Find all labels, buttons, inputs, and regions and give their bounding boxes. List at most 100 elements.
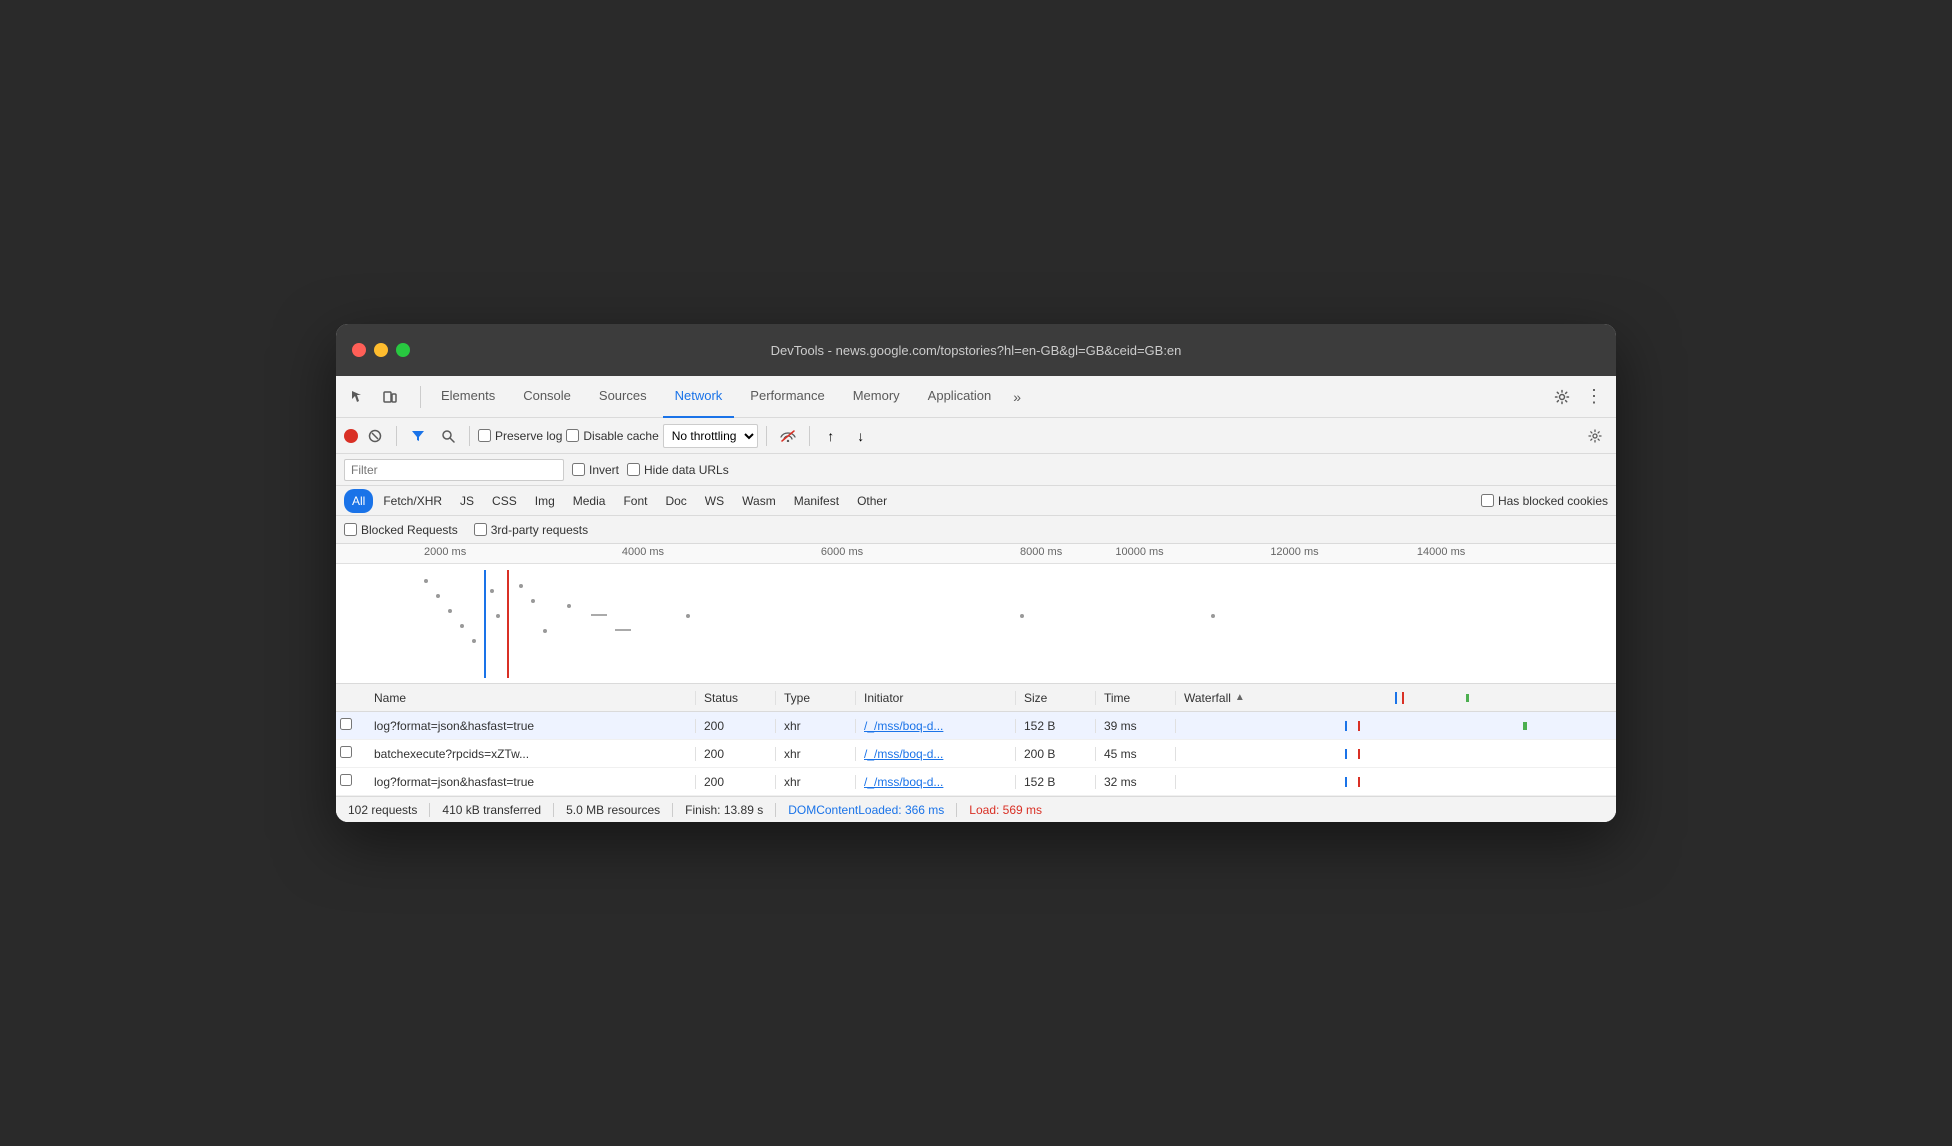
row2-initiator[interactable]: /_/mss/boq-d...: [856, 747, 1016, 761]
row3-initiator[interactable]: /_/mss/boq-d...: [856, 775, 1016, 789]
record-button[interactable]: [344, 429, 358, 443]
settings-icon[interactable]: [1548, 383, 1576, 411]
row3-name[interactable]: log?format=json&hasfast=true: [366, 775, 696, 789]
clear-button[interactable]: [362, 423, 388, 449]
dot-9: [531, 599, 535, 603]
disable-cache-checkbox[interactable]: Disable cache: [566, 429, 658, 443]
col-header-waterfall[interactable]: Waterfall ▲: [1176, 688, 1616, 708]
network-conditions-icon[interactable]: [775, 423, 801, 449]
minimize-button[interactable]: [374, 343, 388, 357]
settings-gear-icon[interactable]: [1582, 423, 1608, 449]
table-row[interactable]: log?format=json&hasfast=true 200 xhr /_/…: [336, 712, 1616, 740]
toolbar-divider-4: [809, 426, 810, 446]
dot-remote-1: [686, 614, 690, 618]
type-btn-other[interactable]: Other: [849, 489, 895, 513]
nav-icons: [344, 383, 404, 411]
throttle-select[interactable]: No throttling Fast 3G Slow 3G Offline: [663, 424, 758, 448]
type-btn-manifest[interactable]: Manifest: [786, 489, 847, 513]
filter-row: Invert Hide data URLs: [336, 454, 1616, 486]
dot-1: [424, 579, 428, 583]
type-btn-ws[interactable]: WS: [697, 489, 732, 513]
finish-time: Finish: 13.89 s: [673, 803, 776, 817]
dot-6: [490, 589, 494, 593]
third-party-checkbox[interactable]: 3rd-party requests: [474, 523, 588, 537]
tab-memory[interactable]: Memory: [841, 376, 912, 418]
row1-initiator[interactable]: /_/mss/boq-d...: [856, 719, 1016, 733]
tab-console[interactable]: Console: [511, 376, 583, 418]
table-row[interactable]: log?format=json&hasfast=true 200 xhr /_/…: [336, 768, 1616, 796]
tab-elements[interactable]: Elements: [429, 376, 507, 418]
hide-data-urls-checkbox[interactable]: Hide data URLs: [627, 463, 729, 477]
more-options-icon[interactable]: ⋮: [1580, 383, 1608, 411]
load-time: Load: 569 ms: [957, 803, 1054, 817]
upload-icon[interactable]: ↑: [818, 423, 844, 449]
type-btn-doc[interactable]: Doc: [657, 489, 694, 513]
invert-checkbox[interactable]: Invert: [572, 463, 619, 477]
dash-2: [615, 629, 631, 631]
table-row[interactable]: batchexecute?rpcids=xZTw... 200 xhr /_/m…: [336, 740, 1616, 768]
row1-check[interactable]: [336, 718, 366, 733]
row1-time: 39 ms: [1096, 719, 1176, 733]
tab-sources[interactable]: Sources: [587, 376, 659, 418]
timeline-label-spacer: [336, 544, 424, 563]
row3-check[interactable]: [336, 774, 366, 789]
tab-application[interactable]: Application: [916, 376, 1004, 418]
preserve-log-checkbox[interactable]: Preserve log: [478, 429, 562, 443]
dot-2: [436, 594, 440, 598]
col-header-time[interactable]: Time: [1096, 691, 1176, 705]
row1-type: xhr: [776, 719, 856, 733]
col-header-size[interactable]: Size: [1016, 691, 1096, 705]
close-button[interactable]: [352, 343, 366, 357]
status-bar: 102 requests 410 kB transferred 5.0 MB r…: [336, 796, 1616, 822]
type-btn-media[interactable]: Media: [565, 489, 614, 513]
row3-wf-red: [1358, 777, 1360, 787]
timeline-chart[interactable]: [336, 564, 1616, 684]
inspect-element-icon[interactable]: [344, 383, 372, 411]
toolbar: Preserve log Disable cache No throttling…: [336, 418, 1616, 454]
tick-4000: 4000 ms: [622, 546, 664, 558]
col-header-initiator[interactable]: Initiator: [856, 691, 1016, 705]
row1-wf-red: [1358, 721, 1360, 731]
table-header: Name Status Type Initiator Size Time Wat…: [336, 684, 1616, 712]
maximize-button[interactable]: [396, 343, 410, 357]
row2-name[interactable]: batchexecute?rpcids=xZTw...: [366, 747, 696, 761]
search-icon[interactable]: [435, 423, 461, 449]
more-tabs-button[interactable]: »: [1007, 376, 1027, 418]
download-icon[interactable]: ↓: [848, 423, 874, 449]
has-blocked-cookies-checkbox[interactable]: Has blocked cookies: [1481, 494, 1608, 508]
row2-waterfall: [1176, 749, 1616, 759]
waterfall-sort-arrow: ▲: [1235, 692, 1245, 703]
row2-time: 45 ms: [1096, 747, 1176, 761]
row2-type: xhr: [776, 747, 856, 761]
tick-6000: 6000 ms: [821, 546, 863, 558]
transferred-size: 410 kB transferred: [430, 803, 554, 817]
row1-waterfall: [1176, 721, 1616, 731]
dot-10: [543, 629, 547, 633]
device-toolbar-icon[interactable]: [376, 383, 404, 411]
blocked-requests-checkbox[interactable]: Blocked Requests: [344, 523, 458, 537]
type-btn-all[interactable]: All: [344, 489, 373, 513]
row1-name[interactable]: log?format=json&hasfast=true: [366, 719, 696, 733]
type-btn-js[interactable]: JS: [452, 489, 482, 513]
col-header-type[interactable]: Type: [776, 691, 856, 705]
type-btn-font[interactable]: Font: [615, 489, 655, 513]
dot-3: [448, 609, 452, 613]
type-btn-wasm[interactable]: Wasm: [734, 489, 784, 513]
type-btn-img[interactable]: Img: [527, 489, 563, 513]
row2-wf-blue: [1345, 749, 1347, 759]
dot-7: [496, 614, 500, 618]
dom-content-loaded: DOMContentLoaded: 366 ms: [776, 803, 957, 817]
type-btn-css[interactable]: CSS: [484, 489, 525, 513]
filter-input[interactable]: [344, 459, 564, 481]
row2-waterfall-bar: [1184, 749, 1608, 759]
col-header-name[interactable]: Name: [366, 691, 696, 705]
col-header-status[interactable]: Status: [696, 691, 776, 705]
type-btn-fetch-xhr[interactable]: Fetch/XHR: [375, 489, 450, 513]
blocked-row: Blocked Requests 3rd-party requests: [336, 516, 1616, 544]
row3-waterfall: [1176, 777, 1616, 787]
tab-performance[interactable]: Performance: [738, 376, 836, 418]
type-filter-row: All Fetch/XHR JS CSS Img Media Font Doc …: [336, 486, 1616, 516]
tab-network[interactable]: Network: [663, 376, 735, 418]
filter-icon[interactable]: [405, 423, 431, 449]
row2-check[interactable]: [336, 746, 366, 761]
